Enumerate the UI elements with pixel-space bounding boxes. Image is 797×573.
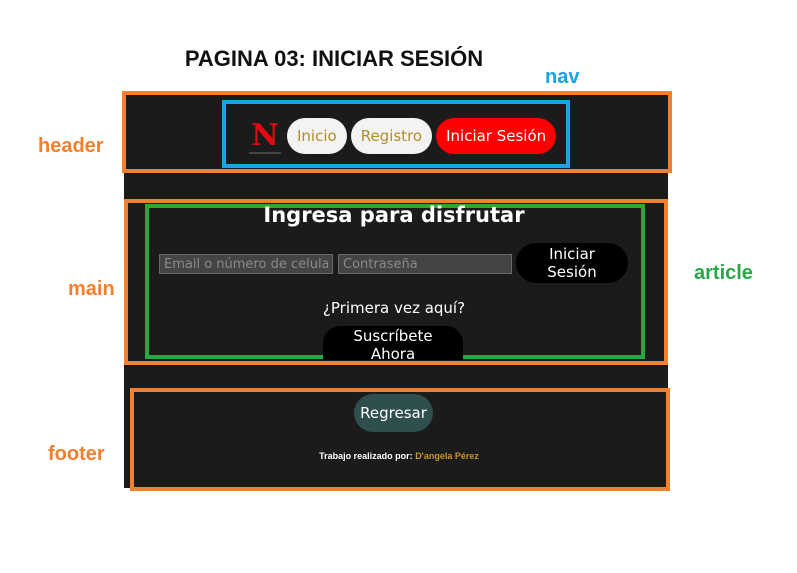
credits-prefix: Trabajo realizado por: bbox=[319, 451, 413, 461]
nav-registro-button[interactable]: Registro bbox=[350, 118, 433, 154]
subscribe-button[interactable]: Suscríbete Ahora bbox=[323, 326, 463, 363]
credits-text: Trabajo realizado por: D'angela Pérez bbox=[134, 451, 664, 461]
author-name: D'angela Pérez bbox=[415, 451, 479, 461]
nav-bar: N Inicio Registro Iniciar Sesión bbox=[249, 118, 557, 154]
first-time-text: ¿Primera vez aquí? bbox=[322, 299, 466, 317]
nav-iniciar-sesion-button[interactable]: Iniciar Sesión bbox=[436, 118, 557, 154]
netflix-logo-icon[interactable]: N bbox=[249, 118, 281, 154]
login-title: Ingresa para disfrutar bbox=[263, 203, 525, 227]
main-label: main bbox=[68, 278, 115, 300]
nav-inicio-button[interactable]: Inicio bbox=[287, 118, 347, 154]
password-input[interactable] bbox=[338, 254, 512, 274]
article-label: article bbox=[694, 262, 753, 284]
login-submit-button[interactable]: Iniciar Sesión bbox=[516, 243, 628, 283]
nav-label: nav bbox=[545, 66, 580, 88]
header-label: header bbox=[38, 135, 104, 157]
back-button[interactable]: Regresar bbox=[354, 394, 433, 432]
email-input[interactable] bbox=[159, 254, 333, 274]
footer-label: footer bbox=[48, 443, 105, 465]
